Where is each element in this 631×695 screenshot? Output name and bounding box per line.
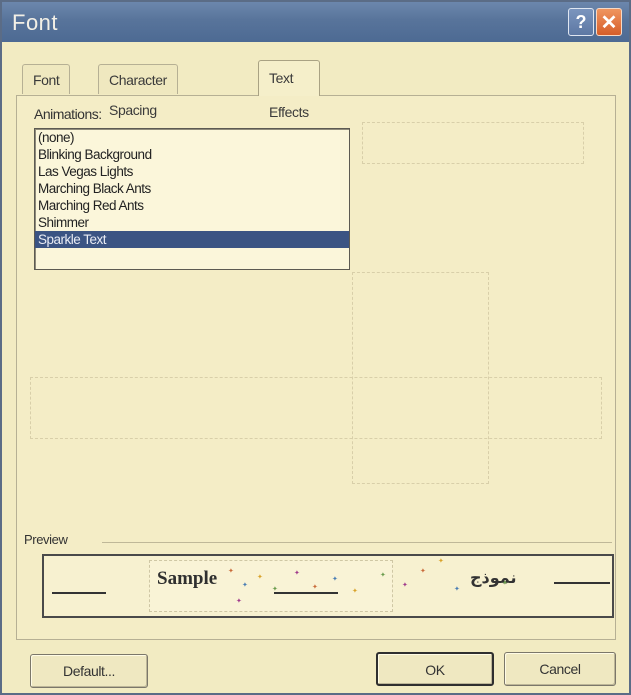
tab-character-spacing[interactable]: Character Spacing <box>98 64 178 118</box>
close-button[interactable]: ✕ <box>596 8 622 36</box>
sparkle-icon: ✦ <box>257 574 263 581</box>
question-mark-icon: ? <box>575 11 587 32</box>
title-bar[interactable]: Font ? ✕ <box>2 2 629 42</box>
background-ghost <box>30 377 602 439</box>
list-item[interactable]: Marching Red Ants <box>35 197 349 214</box>
default-button-label: Default... <box>62 663 116 679</box>
default-button[interactable]: Default... <box>30 654 148 688</box>
list-item[interactable]: Shimmer <box>35 214 349 231</box>
tab-text-effects-label: Text Effects <box>269 70 309 120</box>
preview-rtl-sample-text: نموذج <box>470 568 517 587</box>
tab-font-label: Font <box>33 72 60 88</box>
list-item-selected[interactable]: Sparkle Text <box>35 231 349 248</box>
ok-button[interactable]: OK <box>376 652 494 686</box>
sparkle-icon: ✦ <box>454 586 460 593</box>
preview-baseline-right <box>554 582 610 584</box>
help-button[interactable]: ? <box>568 8 594 36</box>
background-ghost <box>362 122 584 164</box>
list-item[interactable]: Blinking Background <box>35 146 349 163</box>
font-dialog: Font ? ✕ Font Character Spacing Text Eff… <box>0 0 631 695</box>
cancel-button-label: Cancel <box>539 661 581 677</box>
sparkle-icon: ✦ <box>438 558 444 565</box>
preview-label: Preview <box>24 532 68 547</box>
sparkle-icon: ✦ <box>272 586 278 593</box>
list-item[interactable]: Las Vegas Lights <box>35 163 349 180</box>
sparkle-icon: ✦ <box>312 584 318 591</box>
sparkle-icon: ✦ <box>294 570 300 577</box>
sparkle-icon: ✦ <box>380 572 386 579</box>
sparkle-icon: ✦ <box>332 576 338 583</box>
tab-text-effects[interactable]: Text Effects <box>258 60 320 120</box>
sparkle-icon: ✦ <box>236 598 242 605</box>
sparkle-icon: ✦ <box>420 568 426 575</box>
tab-font[interactable]: Font <box>22 64 71 94</box>
cancel-button[interactable]: Cancel <box>504 652 616 686</box>
sparkle-icon: ✦ <box>352 588 358 595</box>
sparkle-icon: ✦ <box>242 582 248 589</box>
animations-listbox[interactable]: (none) Blinking Background Las Vegas Lig… <box>34 128 350 270</box>
preview-baseline-middle <box>274 592 338 594</box>
preview-divider <box>102 542 612 543</box>
preview-sample-text: Sample <box>157 568 218 589</box>
sparkle-icon: ✦ <box>228 568 234 575</box>
list-item[interactable]: (none) <box>35 129 349 146</box>
animations-label: Animations: <box>34 106 102 122</box>
sparkle-icon: ✦ <box>502 580 508 587</box>
window-title: Font <box>12 10 59 35</box>
close-icon: ✕ <box>600 11 618 34</box>
preview-baseline-left <box>52 592 106 594</box>
list-item[interactable]: Marching Black Ants <box>35 180 349 197</box>
sparkle-icon: ✦ <box>402 582 408 589</box>
ok-button-label: OK <box>425 662 445 678</box>
